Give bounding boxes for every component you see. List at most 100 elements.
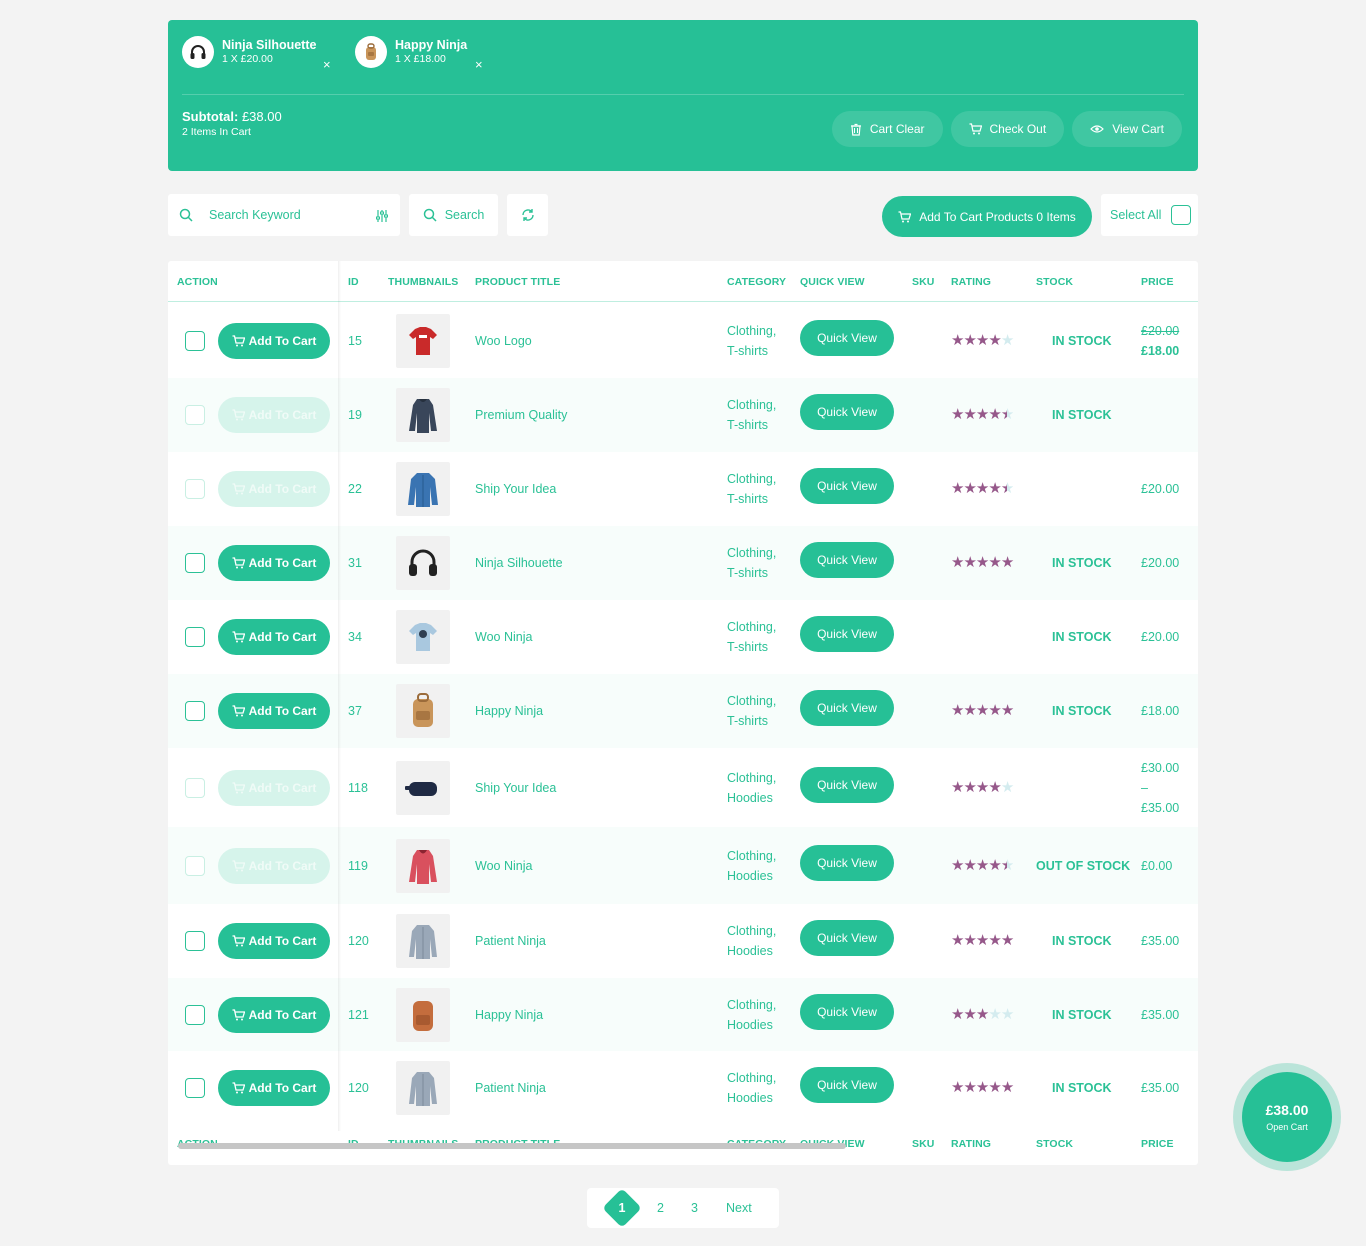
row-checkbox[interactable] [185, 553, 205, 573]
category-link[interactable]: Clothing, [727, 921, 776, 941]
quick-view-button[interactable]: Quick View [800, 766, 894, 803]
col-action[interactable]: ACTION [177, 276, 218, 288]
quick-view-button[interactable]: Quick View [800, 993, 894, 1030]
refresh-button[interactable] [507, 194, 548, 236]
quick-view-button[interactable]: Quick View [800, 1067, 894, 1103]
category-link[interactable]: Hoodies [727, 866, 776, 886]
open-cart-button[interactable]: £38.00 Open Cart [1233, 1063, 1341, 1171]
row-checkbox[interactable] [185, 931, 205, 951]
page-2[interactable]: 2 [657, 1201, 664, 1215]
product-title[interactable]: Patient Ninja [475, 1081, 546, 1095]
col-category[interactable]: CATEGORY [727, 276, 786, 288]
category-link[interactable]: T-shirts [727, 711, 776, 731]
col-title[interactable]: PRODUCT TITLE [475, 276, 560, 288]
product-thumbnail[interactable] [396, 760, 450, 815]
add-to-cart-button[interactable]: Add To Cart [218, 1070, 330, 1106]
category-link[interactable]: Clothing, [727, 617, 776, 637]
col-sku[interactable]: SKU [912, 276, 934, 288]
category-link[interactable]: T-shirts [727, 563, 776, 583]
category-link[interactable]: Clothing, [727, 469, 776, 489]
view-cart-button[interactable]: View Cart [1072, 111, 1182, 147]
add-to-cart-button[interactable]: Add To Cart [218, 471, 330, 507]
category-link[interactable]: Hoodies [727, 788, 776, 808]
product-thumbnail[interactable] [396, 987, 450, 1042]
product-thumbnail[interactable] [396, 684, 450, 738]
category-link[interactable]: Clothing, [727, 1068, 776, 1088]
row-checkbox[interactable] [185, 777, 205, 798]
category-link[interactable]: Clothing, [727, 691, 776, 711]
product-thumbnail[interactable] [396, 388, 450, 442]
page-3[interactable]: 3 [691, 1201, 698, 1215]
select-all-checkbox[interactable] [1171, 205, 1192, 225]
quick-view-button[interactable]: Quick View [800, 920, 894, 956]
quick-view-button[interactable]: Quick View [800, 844, 894, 881]
remove-item-icon[interactable]: × [475, 58, 483, 71]
col-stock[interactable]: STOCK [1036, 276, 1073, 288]
mini-cart-item-name[interactable]: Ninja Silhouette [222, 38, 316, 53]
product-thumbnail[interactable] [396, 462, 450, 516]
category-link[interactable]: T-shirts [727, 341, 776, 361]
search-input[interactable]: Search Keyword [168, 194, 400, 236]
row-checkbox[interactable] [185, 331, 205, 351]
col-thumbnails[interactable]: THUMBNAILS [388, 276, 458, 288]
add-to-cart-button[interactable]: Add To Cart [218, 323, 330, 359]
col-rating[interactable]: RATING [951, 276, 991, 288]
row-checkbox[interactable] [185, 1004, 205, 1025]
product-thumbnail[interactable] [396, 1061, 450, 1115]
product-title[interactable]: Woo Ninja [475, 859, 532, 873]
add-to-cart-button[interactable]: Add To Cart [218, 769, 330, 806]
row-checkbox[interactable] [185, 701, 205, 721]
search-button[interactable]: Search [409, 194, 498, 236]
category-link[interactable]: Clothing, [727, 395, 776, 415]
add-to-cart-button[interactable]: Add To Cart [218, 397, 330, 433]
col-price[interactable]: PRICE [1141, 276, 1174, 288]
next-page[interactable]: Next [726, 1201, 752, 1215]
quick-view-button[interactable]: Quick View [800, 468, 894, 504]
add-to-cart-button[interactable]: Add To Cart [218, 545, 330, 581]
row-checkbox[interactable] [185, 405, 205, 425]
category-link[interactable]: Clothing, [727, 543, 776, 563]
product-title[interactable]: Ninja Silhouette [475, 556, 563, 570]
select-all[interactable]: Select All [1101, 194, 1198, 236]
row-checkbox[interactable] [185, 855, 205, 876]
add-to-cart-button[interactable]: Add To Cart [218, 923, 330, 959]
product-title[interactable]: Ship Your Idea [475, 781, 556, 795]
category-link[interactable]: Hoodies [727, 1015, 776, 1035]
quick-view-button[interactable]: Quick View [800, 394, 894, 430]
add-to-cart-button[interactable]: Add To Cart [218, 619, 330, 655]
quick-view-button[interactable]: Quick View [800, 616, 894, 652]
quick-view-button[interactable]: Quick View [800, 542, 894, 578]
col-quick-view[interactable]: QUICK VIEW [800, 276, 865, 288]
product-thumbnail[interactable] [396, 536, 450, 590]
product-title[interactable]: Ship Your Idea [475, 482, 556, 496]
remove-item-icon[interactable]: × [323, 58, 331, 71]
product-title[interactable]: Woo Logo [475, 334, 532, 348]
quick-view-button[interactable]: Quick View [800, 690, 894, 726]
category-link[interactable]: T-shirts [727, 489, 776, 509]
category-link[interactable]: Clothing, [727, 321, 776, 341]
category-link[interactable]: Clothing, [727, 768, 776, 788]
category-link[interactable]: T-shirts [727, 415, 776, 435]
quick-view-button[interactable]: Quick View [800, 320, 894, 356]
product-title[interactable]: Patient Ninja [475, 934, 546, 948]
add-to-cart-button[interactable]: Add To Cart [218, 847, 330, 884]
row-checkbox[interactable] [185, 627, 205, 647]
product-thumbnail[interactable] [396, 610, 450, 664]
filter-sliders-icon[interactable] [375, 209, 389, 223]
product-thumbnail[interactable] [396, 314, 450, 368]
product-thumbnail[interactable] [396, 838, 450, 893]
category-link[interactable]: Hoodies [727, 941, 776, 961]
category-link[interactable]: Clothing, [727, 846, 776, 866]
product-title[interactable]: Premium Quality [475, 408, 567, 422]
row-checkbox[interactable] [185, 1078, 205, 1098]
product-title[interactable]: Happy Ninja [475, 1008, 543, 1022]
cart-clear-button[interactable]: Cart Clear [831, 111, 943, 147]
category-link[interactable]: Clothing, [727, 995, 776, 1015]
add-to-cart-button[interactable]: Add To Cart [218, 996, 330, 1033]
page-1[interactable]: 1 [608, 1201, 636, 1215]
product-title[interactable]: Happy Ninja [475, 704, 543, 718]
row-checkbox[interactable] [185, 479, 205, 499]
category-link[interactable]: Hoodies [727, 1088, 776, 1108]
add-to-cart-products-button[interactable]: Add To Cart Products 0 Items [882, 196, 1092, 237]
mini-cart-item-name[interactable]: Happy Ninja [395, 38, 467, 53]
